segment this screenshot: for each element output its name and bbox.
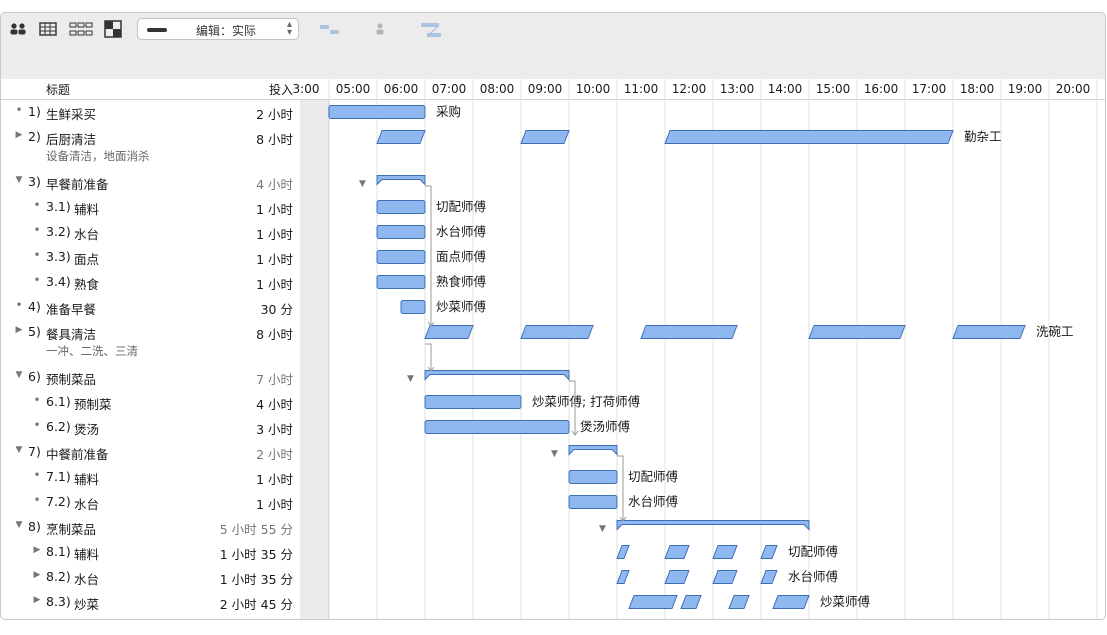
resource-label: 切配师傅 [436, 199, 487, 214]
task-bar [640, 325, 738, 339]
task-bar [424, 395, 522, 409]
task-bar [568, 495, 618, 509]
group-bar [424, 370, 570, 381]
task-bar [712, 545, 738, 559]
resource-label: 煲汤师傅 [580, 419, 631, 434]
task-bar [400, 300, 426, 314]
task-bar [760, 570, 778, 584]
task-bar [952, 325, 1026, 339]
group-disclosure-icon: ▼ [407, 374, 414, 384]
task-bar [520, 130, 570, 144]
gantt-chart: 采购勤杂工▼切配师傅水台师傅面点师傅熟食师傅炒菜师傅洗碗工▼炒菜师傅; 打荷师傅… [328, 79, 1098, 619]
group-bar [376, 175, 426, 186]
resource-label: 切配师傅 [628, 469, 679, 484]
group-disclosure-icon: ▼ [551, 449, 558, 459]
task-bar [328, 105, 426, 119]
resource-label: 水台师傅 [788, 569, 839, 584]
dependency-arrow [617, 455, 624, 521]
task-bar [616, 570, 630, 584]
task-bar [808, 325, 906, 339]
dependency-arrow [425, 185, 432, 326]
resource-label: 水台师傅 [628, 494, 679, 509]
dependency-arrow [425, 343, 432, 371]
group-disclosure-icon: ▼ [599, 524, 606, 534]
task-bar [664, 570, 690, 584]
task-bar [376, 250, 426, 264]
resource-label: 熟食师傅 [436, 274, 487, 289]
task-bar [664, 130, 954, 144]
task-bar [712, 570, 738, 584]
resource-label: 切配师傅 [788, 544, 839, 559]
task-bar [376, 200, 426, 214]
task-bar [680, 595, 702, 609]
resource-label: 炒菜师傅 [436, 299, 487, 314]
resource-label: 水台师傅 [436, 224, 487, 239]
task-bar [568, 470, 618, 484]
resource-label: 洗碗工 [1036, 324, 1074, 339]
task-bar [728, 595, 750, 609]
task-bar [376, 275, 426, 289]
task-bar [376, 130, 426, 144]
task-bar [520, 325, 594, 339]
resource-label: 勤杂工 [964, 129, 1002, 144]
task-bar [628, 595, 678, 609]
group-disclosure-icon: ▼ [359, 179, 366, 189]
task-bar [424, 420, 570, 434]
resource-label: 采购 [436, 104, 461, 119]
resource-label: 面点师傅 [436, 249, 487, 264]
task-bar [376, 225, 426, 239]
resource-label: 炒菜师傅 [820, 594, 871, 609]
task-bar [772, 595, 810, 609]
task-bar [664, 545, 690, 559]
group-bar [568, 445, 618, 456]
task-bar [616, 545, 630, 559]
gantt-window: 编辑：实际 ▴ ▾ 标题 投入 3:00 05:00 06:00 07:00 08:00 0… [0, 12, 1106, 620]
task-bar [424, 325, 474, 339]
task-bar [760, 545, 778, 559]
resource-label: 炒菜师傅; 打荷师傅 [532, 394, 641, 409]
